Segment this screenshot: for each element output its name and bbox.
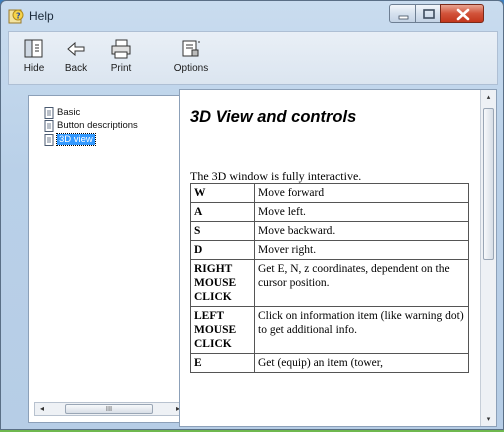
table-row: W Move forward [190, 183, 469, 203]
help-window: ? Help Hide Back Print Options Basic But… [0, 0, 504, 430]
hide-label: Hide [23, 63, 45, 74]
print-label: Print [110, 63, 132, 74]
description-cell: Move forward [254, 183, 469, 203]
description-cell: Get E, N, z coordinates, dependent on th… [254, 259, 469, 307]
key-cell: S [190, 221, 255, 241]
key-cell: A [190, 202, 255, 222]
title-bar[interactable]: ? Help [1, 1, 503, 31]
document-icon [44, 134, 54, 146]
minimize-button[interactable] [389, 4, 416, 23]
back-button[interactable]: Back [55, 36, 97, 82]
document-icon [44, 107, 54, 119]
scroll-left-button[interactable]: ◂ [35, 403, 49, 415]
key-cell: E [190, 353, 255, 373]
table-row: E Get (equip) an item (tower, [190, 353, 469, 373]
print-button[interactable]: Print [100, 36, 142, 82]
topic-content-pane: 3D View and controls The 3D window is fu… [179, 89, 497, 427]
tree-item-label: Basic [57, 107, 81, 118]
minimize-icon [398, 15, 409, 20]
key-cell: LEFT MOUSE CLICK [190, 306, 255, 354]
hide-button[interactable]: Hide [13, 36, 55, 82]
table-row: RIGHT MOUSE CLICK Get E, N, z coordinate… [190, 259, 469, 307]
tree-item-basic[interactable]: Basic [44, 107, 81, 120]
hide-icon [24, 39, 43, 58]
options-button[interactable]: Options [169, 36, 213, 82]
tree-item-3d-view[interactable]: 3D view [44, 133, 96, 147]
description-cell: Get (equip) an item (tower, [254, 353, 469, 373]
tree-item-button-descriptions[interactable]: Button descriptions [44, 120, 138, 133]
intro-text: The 3D window is fully interactive. [190, 169, 362, 183]
key-cell: W [190, 183, 255, 203]
description-cell: Click on information item (like warning … [254, 306, 469, 354]
table-row: A Move left. [190, 202, 469, 222]
svg-text:?: ? [16, 12, 21, 21]
maximize-button[interactable] [415, 4, 441, 23]
scroll-thumb[interactable]: III [65, 404, 153, 414]
toolbar: Hide Back Print Options [8, 31, 498, 85]
description-cell: Move backward. [254, 221, 469, 241]
options-label: Options [173, 63, 209, 74]
controls-table: W Move forward A Move left. S Move backw… [190, 183, 469, 373]
table-row: D Mover right. [190, 240, 469, 260]
key-cell: RIGHT MOUSE CLICK [190, 259, 255, 307]
scroll-up-button[interactable]: ▴ [481, 90, 496, 104]
key-cell: D [190, 240, 255, 260]
options-icon [182, 40, 200, 57]
close-icon [456, 8, 470, 21]
horizontal-scrollbar[interactable]: ◂ III ▸ [34, 402, 186, 416]
scroll-thumb[interactable] [483, 108, 494, 260]
table-row: S Move backward. [190, 221, 469, 241]
page-title: 3D View and controls [190, 108, 357, 126]
table-row: LEFT MOUSE CLICK Click on information it… [190, 306, 469, 354]
tree-item-label: Button descriptions [57, 120, 138, 131]
contents-tree[interactable]: Basic Button descriptions 3D view ◂ III … [28, 95, 189, 423]
vertical-scrollbar[interactable]: ▴ ▾ [480, 90, 496, 426]
print-icon [111, 39, 131, 59]
scroll-down-button[interactable]: ▾ [481, 412, 496, 426]
help-icon: ? [8, 9, 24, 24]
document-icon [44, 120, 54, 132]
back-icon [67, 41, 85, 57]
tree-item-label: 3D view [56, 133, 96, 146]
description-cell: Move left. [254, 202, 469, 222]
back-label: Back [64, 63, 88, 74]
description-cell: Mover right. [254, 240, 469, 260]
maximize-icon [423, 9, 435, 19]
window-title: Help [29, 9, 54, 23]
close-button[interactable] [440, 4, 484, 23]
